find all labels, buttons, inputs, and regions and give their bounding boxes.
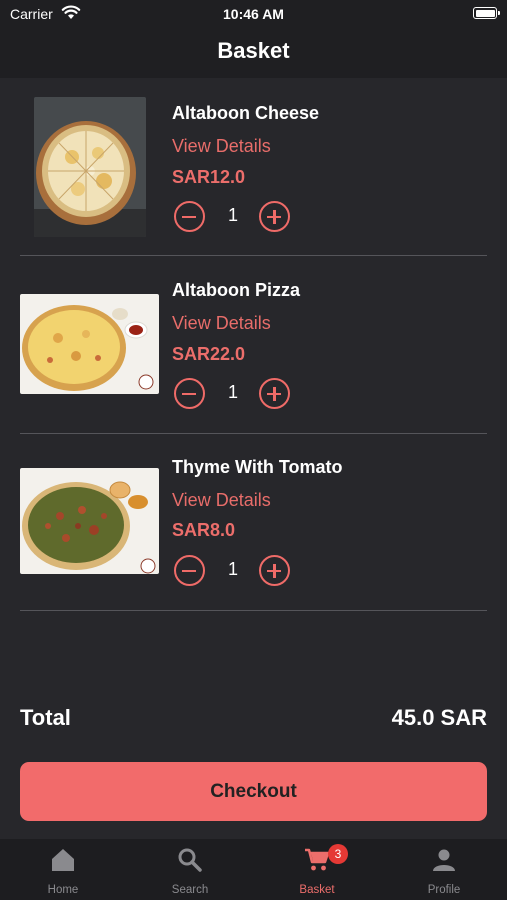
quantity-value: 1: [227, 559, 238, 579]
clock: 10:46 AM: [223, 6, 284, 22]
basket-item: Altaboon Cheese View Details SAR12.0 1: [20, 78, 487, 256]
page-title: Basket: [217, 38, 290, 63]
quantity-value: 1: [227, 205, 238, 225]
quantity-value: 1: [227, 382, 238, 402]
tab-basket[interactable]: 3 Basket: [254, 839, 380, 900]
tab-label: Profile: [427, 884, 461, 896]
navigation-bar: Basket: [0, 28, 507, 78]
view-details-link[interactable]: View Details: [172, 136, 271, 157]
tab-search[interactable]: Search: [127, 839, 253, 900]
view-details-link[interactable]: View Details: [172, 313, 271, 334]
item-name: Altaboon Cheese: [172, 103, 320, 123]
total-value: 45.0 SAR: [391, 705, 487, 730]
item-image[interactable]: [20, 294, 159, 394]
decrease-quantity-button[interactable]: [174, 555, 205, 586]
increase-quantity-button[interactable]: [259, 378, 290, 409]
basket-item: Thyme With Tomato View Details SAR8.0 1: [20, 433, 487, 611]
checkout-button[interactable]: Checkout: [20, 762, 487, 821]
tab-label: Home: [47, 884, 79, 896]
cart-icon: [305, 848, 330, 871]
item-name: Altaboon Pizza: [172, 280, 301, 300]
total-label: Total: [20, 705, 71, 730]
item-price: SAR8.0: [172, 520, 236, 540]
cart-badge: 3: [328, 844, 348, 864]
status-bar: Carrier 10:46 AM: [0, 0, 507, 28]
person-icon: [433, 849, 455, 871]
increase-quantity-button[interactable]: [259, 555, 290, 586]
item-price: SAR12.0: [172, 167, 246, 187]
decrease-quantity-button[interactable]: [174, 378, 205, 409]
tab-bar: Home Search 3 Basket Profile: [0, 839, 507, 900]
basket-item: Altaboon Pizza View Details SAR22.0 1: [20, 256, 487, 434]
increase-quantity-button[interactable]: [259, 201, 290, 232]
tab-home[interactable]: Home: [0, 839, 126, 900]
item-name: Thyme With Tomato: [172, 457, 343, 477]
item-price: SAR22.0: [172, 344, 246, 364]
view-details-link[interactable]: View Details: [172, 490, 271, 511]
tab-label: Basket: [299, 884, 335, 896]
tab-label: Search: [171, 884, 209, 896]
home-icon: [52, 849, 74, 871]
battery-icon: [473, 7, 497, 19]
item-image[interactable]: [20, 468, 159, 574]
search-icon: [178, 848, 202, 872]
tab-profile[interactable]: Profile: [381, 839, 507, 900]
decrease-quantity-button[interactable]: [174, 201, 205, 232]
item-image[interactable]: [34, 97, 146, 237]
